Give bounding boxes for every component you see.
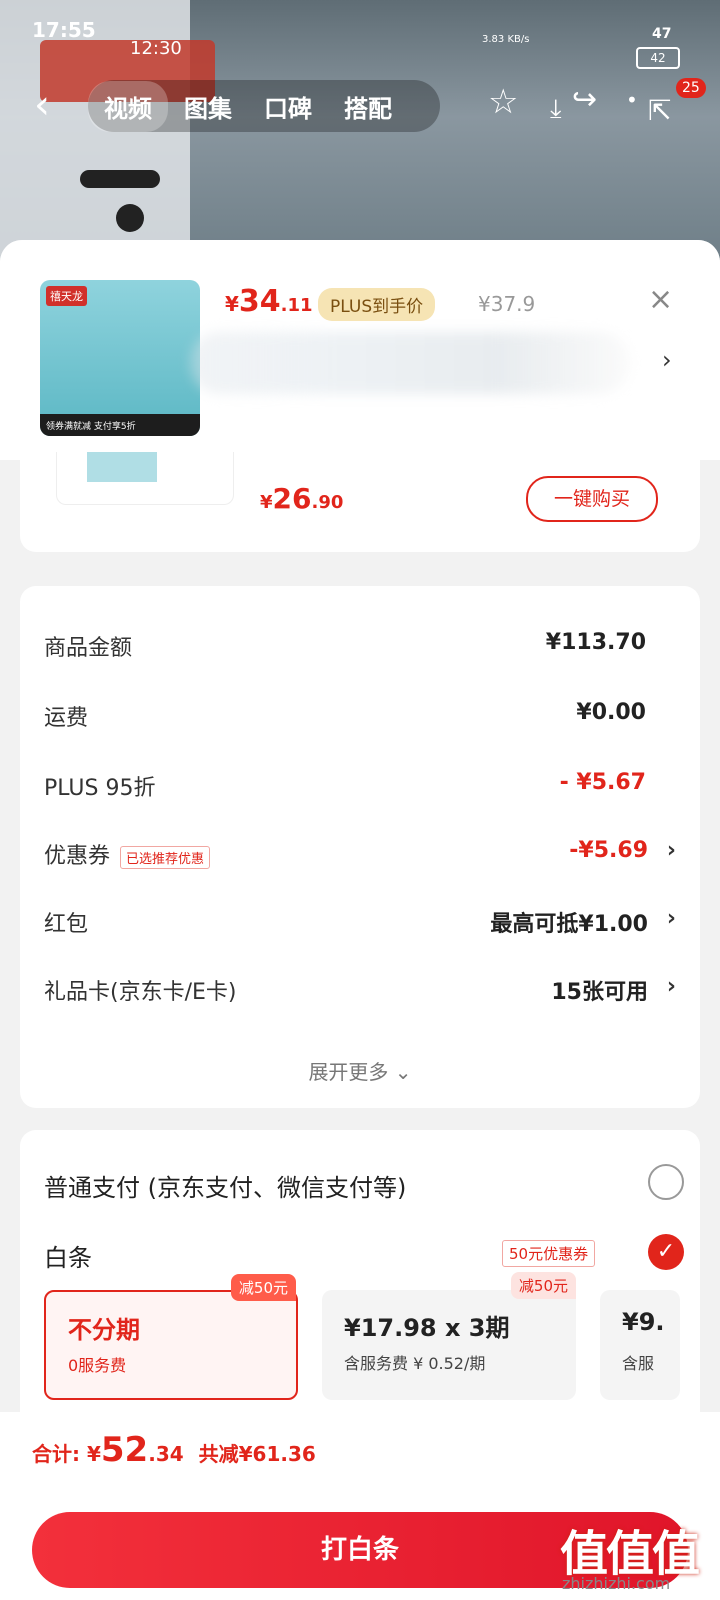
- total-decimal: .34: [148, 1442, 184, 1466]
- price-summary: 商品金额 ¥113.70 运费 ¥0.00 PLUS 95折 - ¥5.67 优…: [20, 586, 700, 1108]
- summary-row: 商品金额 ¥113.70: [44, 624, 676, 664]
- plan-title: 不分期: [68, 1316, 140, 1344]
- red-packet-row[interactable]: 红包 最高可抵¥1.00 ›: [44, 900, 676, 940]
- row-label: 商品金额: [44, 636, 133, 661]
- order-total: 合计: ¥52.34 共减¥61.36: [32, 1430, 316, 1470]
- order-sheet: 禧天龙 领券满就减 支付享5折 ¥34.11 PLUS到手价 ¥37.9 × ›…: [0, 240, 720, 1600]
- plan-subtitle: 0服务费: [68, 1356, 127, 1375]
- photo-door-knob: [116, 204, 144, 232]
- battery-icon: 42: [636, 47, 680, 69]
- product-price: ¥26.90: [260, 482, 343, 515]
- media-tabs: 视频 图集 口碑 搭配: [88, 80, 440, 132]
- installment-plan-none[interactable]: 减50元 不分期 0服务费: [44, 1274, 298, 1400]
- row-value: ¥113.70: [545, 630, 646, 655]
- row-value: 最高可抵¥1.00: [490, 912, 648, 937]
- product-card: ¥26.90 一键购买: [20, 452, 700, 552]
- baitiao-label: 白条: [44, 1244, 92, 1272]
- tab-matching[interactable]: 搭配: [328, 89, 408, 124]
- site-watermark: 值值值 zhizhizhi.com: [540, 1514, 720, 1600]
- row-value: ¥0.00: [576, 700, 646, 725]
- radio-normal-pay[interactable]: [648, 1164, 684, 1200]
- net-speed: 3.83 KB/s: [482, 34, 530, 45]
- plan-subtitle: 含服务费 ¥ 0.52/期: [344, 1354, 486, 1373]
- tab-gallery[interactable]: 图集: [168, 89, 248, 124]
- star-icon[interactable]: ☆: [488, 82, 518, 122]
- normal-pay-label: 普通支付 (京东支付、微信支付等): [44, 1174, 407, 1202]
- price-decimal: .90: [311, 492, 344, 513]
- photo-door-handle: [80, 170, 160, 188]
- baitiao-coupon-tag: 50元优惠券: [502, 1240, 596, 1267]
- row-label: 礼品卡(京东卡/E卡): [44, 980, 237, 1005]
- plan-title: ¥17.98 x 3期: [344, 1314, 510, 1342]
- back-icon[interactable]: ‹: [34, 82, 50, 128]
- more-icon[interactable]: •: [626, 88, 638, 112]
- chevron-right-icon: ›: [666, 906, 676, 931]
- payment-option-baitiao[interactable]: 白条 50元优惠券 ✓: [44, 1234, 684, 1273]
- tab-reviews[interactable]: 口碑: [248, 89, 328, 124]
- summary-row: PLUS 95折 - ¥5.67: [44, 764, 676, 804]
- coupon-row[interactable]: 优惠券 已选推荐优惠 -¥5.69 ›: [44, 832, 676, 872]
- plan-discount-badge: 减50元: [230, 1274, 296, 1301]
- price-currency: ¥: [225, 292, 239, 316]
- summary-row: 运费 ¥0.00: [44, 694, 676, 734]
- product-image-content: [87, 452, 157, 482]
- price-integer: 34: [238, 284, 281, 319]
- price-currency: ¥: [260, 492, 273, 513]
- status-time: 17:55: [32, 18, 96, 42]
- watermark-site: zhizhizhi.com: [562, 1574, 671, 1593]
- row-value: - ¥5.67: [559, 770, 646, 795]
- coupon-label: 优惠券: [44, 844, 111, 869]
- plan-title: ¥9.: [622, 1308, 665, 1336]
- installment-plan-3[interactable]: 减50元 ¥17.98 x 3期 含服务费 ¥ 0.52/期: [322, 1272, 576, 1400]
- payment-option-normal[interactable]: 普通支付 (京东支付、微信支付等): [44, 1164, 684, 1203]
- tab-video[interactable]: 视频: [88, 80, 168, 132]
- row-label: 红包: [44, 912, 89, 937]
- top-nav: ‹ 视频 图集 口碑 搭配 ☆ ⤓ ↪ • ⇱ 25: [0, 72, 720, 140]
- expand-more-button[interactable]: 展开更多 ⌄: [20, 1056, 700, 1085]
- thumb-brand-logo: 禧天龙: [46, 286, 87, 306]
- blurred-product-title: [190, 332, 630, 394]
- row-value: 15张可用: [551, 980, 648, 1005]
- plan-discount-badge: 减50元: [510, 1272, 576, 1299]
- close-icon[interactable]: ×: [648, 282, 673, 317]
- share-external-icon[interactable]: ⇱: [648, 94, 671, 127]
- status-time-overlay: 12:30: [130, 38, 182, 59]
- total-integer: 52: [100, 1430, 149, 1470]
- gift-card-row[interactable]: 礼品卡(京东卡/E卡) 15张可用 ›: [44, 968, 676, 1008]
- row-value: -¥5.69: [569, 838, 648, 863]
- plus-price: ¥34.11: [225, 284, 313, 319]
- price-integer: 26: [272, 482, 312, 515]
- check-icon[interactable]: ✓: [648, 1234, 684, 1270]
- total-label: 合计: ¥: [32, 1442, 101, 1466]
- notification-badge: 25: [676, 78, 706, 98]
- total-saved: 共减¥61.36: [198, 1442, 316, 1466]
- thumb-caption: 领券满就减 支付享5折: [46, 422, 136, 432]
- status-bar: 17:55 12:30 3.83 KB/s 47 42: [0, 14, 720, 69]
- row-label: PLUS 95折: [44, 776, 156, 801]
- chevron-right-icon: ›: [666, 838, 676, 863]
- row-label: 优惠券 已选推荐优惠: [44, 838, 211, 870]
- product-thumbnail[interactable]: 禧天龙 领券满就减 支付享5折: [40, 280, 200, 436]
- row-label: 运费: [44, 706, 89, 731]
- installment-plan-6[interactable]: ¥9. 含服: [600, 1290, 680, 1400]
- price-decimal: .11: [280, 295, 313, 316]
- original-price: ¥37.9: [478, 292, 536, 316]
- download-icon[interactable]: ⤓: [550, 94, 562, 125]
- sheet-header: 禧天龙 领券满就减 支付享5折 ¥34.11 PLUS到手价 ¥37.9 × ›: [0, 240, 720, 460]
- product-image[interactable]: [56, 452, 234, 505]
- battery-number: 47: [652, 26, 672, 42]
- chevron-right-icon: ›: [666, 974, 676, 999]
- chevron-right-icon[interactable]: ›: [662, 346, 672, 374]
- share-icon[interactable]: ↪: [572, 82, 597, 117]
- one-click-buy-button[interactable]: 一键购买: [526, 476, 658, 522]
- coupon-selected-tag: 已选推荐优惠: [120, 845, 211, 869]
- payment-methods: 普通支付 (京东支付、微信支付等) 白条 50元优惠券 ✓ 减50元 不分期 0…: [20, 1130, 700, 1420]
- plus-price-tag: PLUS到手价: [318, 288, 436, 321]
- plan-subtitle: 含服: [622, 1354, 655, 1373]
